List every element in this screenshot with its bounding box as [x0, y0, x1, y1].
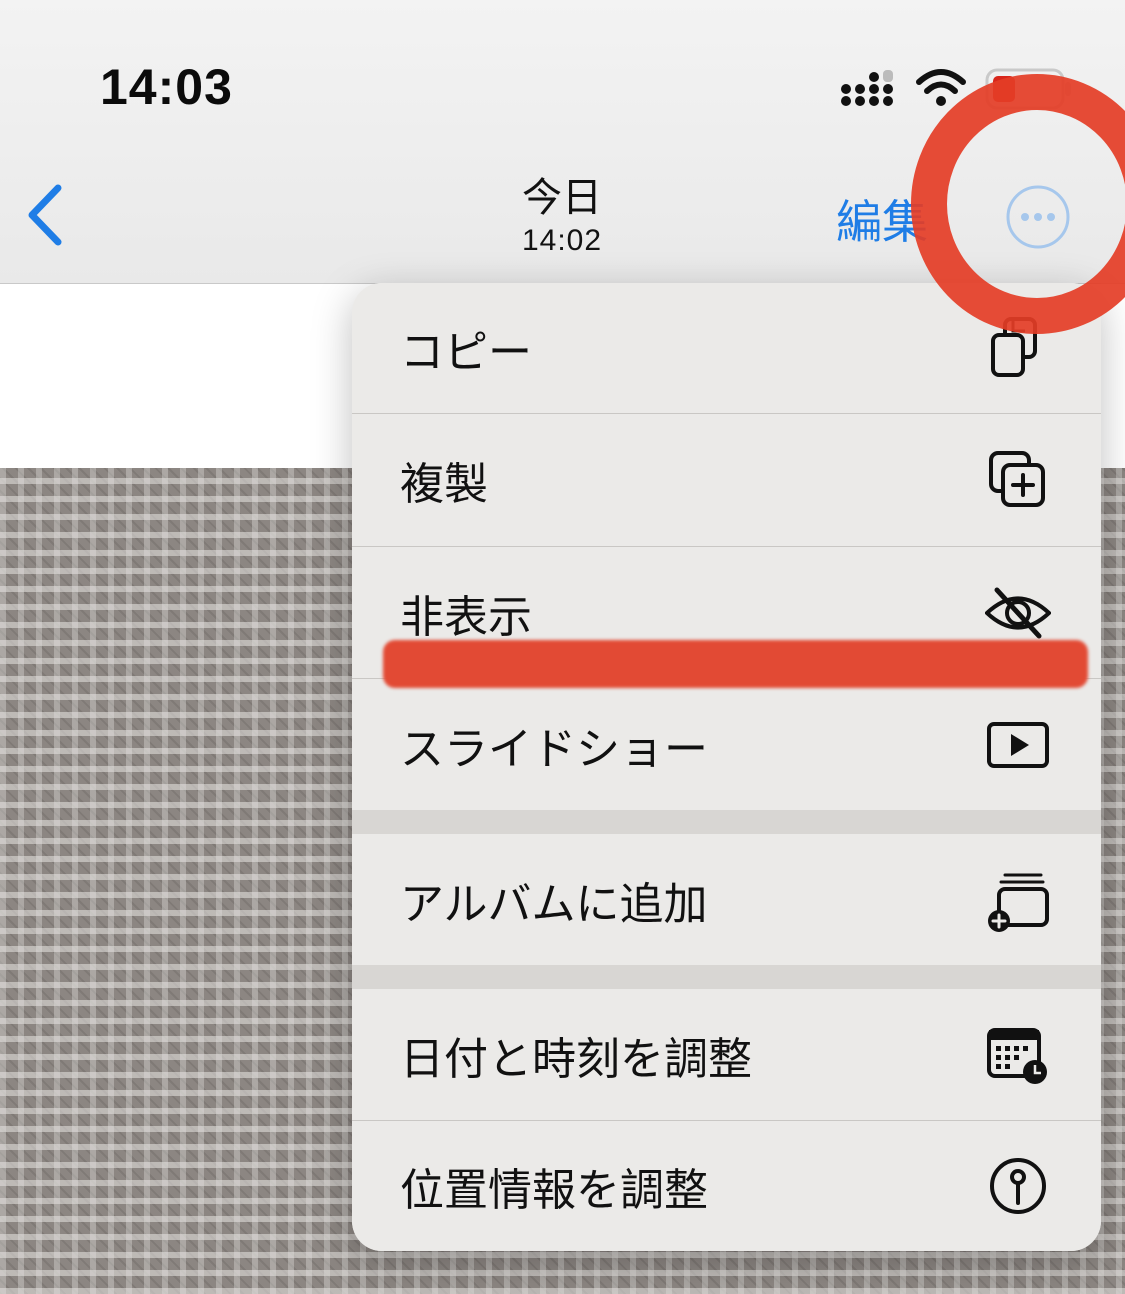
- add-to-album-icon: [988, 873, 1049, 932]
- menu-item-add-to-album[interactable]: アルバムに追加: [352, 834, 1101, 965]
- menu-item-label: 日付と時刻を調整: [400, 1033, 752, 1085]
- more-options-icon[interactable]: [1005, 184, 1071, 250]
- location-pin-icon: [990, 1158, 1046, 1214]
- duplicate-icon: [989, 451, 1045, 507]
- menu-item-adjust-date-time[interactable]: 日付と時刻を調整: [352, 989, 1101, 1120]
- back-chevron-icon[interactable]: [22, 180, 72, 250]
- menu-item-label: アルバムに追加: [400, 878, 708, 930]
- menu-item-label: コピー: [400, 327, 532, 378]
- context-menu: コピー 複製 非表示 スライドショー アルバムに追加 日付と時刻を調整 位置情報…: [352, 283, 1101, 1251]
- battery-icon: [985, 68, 1071, 110]
- edit-button[interactable]: 編集: [836, 186, 928, 252]
- menu-item-label: スライドショー: [400, 723, 708, 775]
- play-rectangle-icon: [987, 721, 1049, 768]
- menu-group-separator: [352, 810, 1101, 834]
- cellular-signal-icon: [841, 70, 893, 106]
- menu-item-slideshow[interactable]: スライドショー: [352, 679, 1101, 810]
- menu-group-separator: [352, 965, 1101, 989]
- wifi-icon: [916, 69, 966, 106]
- copy-icon: [991, 317, 1037, 377]
- nav-title: 今日: [522, 175, 602, 221]
- menu-item-copy[interactable]: コピー: [352, 283, 1101, 413]
- menu-item-hide[interactable]: 非表示: [352, 547, 1101, 678]
- menu-item-label: 複製: [400, 459, 488, 510]
- menu-item-label: 非表示: [400, 591, 532, 643]
- menu-item-duplicate[interactable]: 複製: [352, 414, 1101, 546]
- status-time: 14:03: [100, 59, 233, 115]
- calendar-clock-icon: [987, 1027, 1047, 1084]
- menu-item-adjust-location[interactable]: 位置情報を調整: [352, 1121, 1101, 1251]
- menu-item-label: 位置情報を調整: [400, 1165, 708, 1216]
- eye-slash-icon: [985, 587, 1051, 638]
- nav-subtitle: 14:02: [521, 224, 603, 257]
